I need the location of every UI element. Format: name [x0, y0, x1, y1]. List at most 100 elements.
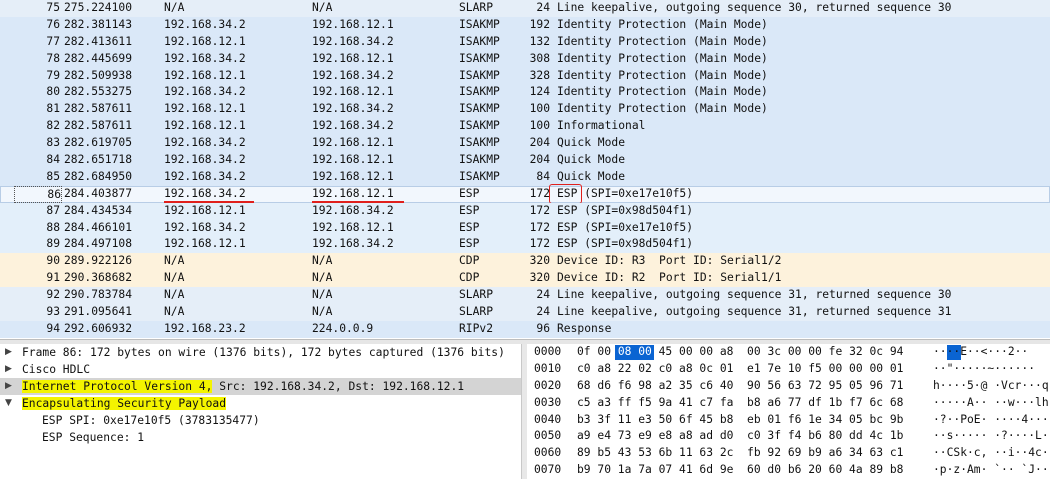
detail-ipv4[interactable]: ▶ Internet Protocol Version 4, Src: 192.…: [0, 378, 521, 395]
bytes-ascii: h····5·@ ·Vcr···q: [933, 378, 1049, 392]
cell-time: 289.922126: [64, 254, 133, 268]
detail-frame[interactable]: ▶ Frame 86: 172 bytes on wire (1376 bits…: [0, 344, 521, 361]
expand-arrow-icon[interactable]: ▶: [5, 361, 12, 378]
cell-source: 192.168.12.1: [164, 68, 246, 82]
cell-protocol: ESP: [459, 237, 480, 251]
cell-length: 320: [529, 271, 550, 285]
cell-source: 192.168.12.1: [164, 102, 246, 116]
cell-protocol: ISAKMP: [459, 153, 500, 167]
packet-row[interactable]: 86 284.403877 192.168.34.2 192.168.12.1 ESP 1…: [0, 183, 1050, 204]
cell-info: Quick Mode: [557, 153, 626, 167]
cell-source: 192.168.34.2: [164, 153, 246, 167]
bytes-row[interactable]: 0010 c0 a8 22 02 c0 a8 0c 01 e1 7e 10 f5 …: [527, 361, 1050, 378]
bytes-row[interactable]: 0020 68 d6 f6 98 a2 35 c6 40 90 56 63 72 …: [527, 378, 1050, 395]
cell-length: 172: [529, 203, 550, 217]
packet-row[interactable]: 88 284.466101 192.168.34.2 192.168.12.1 ESP 1…: [0, 219, 1050, 237]
collapse-arrow-icon[interactable]: ▼: [5, 395, 12, 412]
cell-length: 100: [529, 102, 550, 116]
bytes-hex: 0f 00 08 00 45 00 00 a8 00 3c 00 00 fe 3…: [577, 345, 904, 358]
cell-no: 91: [46, 271, 60, 285]
expand-arrow-icon[interactable]: ▶: [5, 344, 12, 361]
bytes-row[interactable]: 0000 0f 00 08 00 45 00 00 a8 00 3c 00 00 …: [527, 344, 1050, 361]
bytes-row[interactable]: 0040 b3 3f 11 e3 50 6f 45 b8 eb 01 f6 1e …: [527, 412, 1050, 429]
cell-length: 124: [529, 85, 550, 99]
packet-details-pane[interactable]: ▶ Frame 86: 172 bytes on wire (1376 bits…: [0, 344, 521, 479]
cell-info: Identity Protection (Main Mode): [557, 68, 768, 82]
cell-source: N/A: [164, 254, 185, 268]
packet-row[interactable]: 75 275.224100 N/A N/A SLARP 24 Line keepalive,…: [0, 0, 1050, 17]
bytes-row[interactable]: 0070 b9 70 1a 7a 07 41 6d 9e 60 d0 b6 20 …: [527, 462, 1050, 479]
cell-destination: 192.168.34.2: [312, 68, 394, 82]
cell-time: 282.445699: [64, 51, 133, 65]
detail-esp-seq[interactable]: ESP Sequence: 1: [0, 429, 521, 446]
cell-no: 77: [46, 34, 60, 48]
detail-esp-seq-label: ESP Sequence: 1: [42, 431, 145, 444]
packet-row[interactable]: 91 290.368682 N/A N/A CDP 320 Device ID: R2 Po…: [0, 270, 1050, 288]
bytes-hex: 89 b5 43 53 6b 11 63 2c fb 92 69 b9 a6 3…: [577, 446, 904, 460]
cell-protocol: ISAKMP: [459, 51, 500, 65]
cell-time: 292.606932: [64, 321, 133, 335]
packet-row[interactable]: 82 282.587611 192.168.12.1 192.168.34.2 ISAK…: [0, 118, 1050, 136]
detail-esp[interactable]: ▼ Encapsulating Security Payload: [0, 395, 521, 412]
packet-row[interactable]: 94 292.606932 192.168.23.2 224.0.0.9 RIPv2 96…: [0, 320, 1050, 338]
cell-info: ESP (SPI=0xe17e10f5): [557, 220, 694, 234]
cell-length: 328: [529, 68, 550, 82]
packet-row[interactable]: 79 282.509938 192.168.12.1 192.168.34.2 ISAK…: [0, 67, 1050, 85]
cell-source: N/A: [164, 1, 185, 14]
cell-protocol: ISAKMP: [459, 119, 500, 133]
esp-box-annotation: [549, 183, 582, 204]
cell-no: 78: [46, 51, 60, 65]
cell-no: 86: [14, 185, 62, 203]
packet-row[interactable]: 80 282.553275 192.168.34.2 192.168.12.1 ISAK…: [0, 84, 1050, 102]
cell-no: 76: [46, 17, 60, 31]
cell-source: 192.168.12.1: [164, 34, 246, 48]
packet-row[interactable]: 93 291.095641 N/A N/A SLARP 24 Line keepalive,…: [0, 304, 1050, 321]
bytes-row[interactable]: 0030 c5 a3 ff f5 9a 41 c7 fa b8 a6 77 df …: [527, 395, 1050, 412]
detail-hdlc[interactable]: ▶ Cisco HDLC: [0, 361, 521, 378]
packet-row[interactable]: 90 289.922126 N/A N/A CDP 320 Device ID: R3 Po…: [0, 253, 1050, 271]
expand-arrow-icon[interactable]: ▶: [5, 378, 12, 395]
bytes-offset: 0050: [534, 429, 562, 443]
cell-time: 282.413611: [64, 34, 133, 48]
bytes-ascii: ·····A·· ··w···lh: [933, 395, 1049, 409]
packet-row[interactable]: 85 282.684950 192.168.34.2 192.168.12.1 ISAK…: [0, 168, 1050, 186]
packet-row[interactable]: 84 282.651718 192.168.34.2 192.168.12.1 ISAK…: [0, 152, 1050, 169]
bytes-ascii: ····E··<···2··: [933, 345, 1029, 358]
cell-no: 82: [46, 119, 60, 133]
cell-time: 282.381143: [64, 17, 133, 31]
packet-row[interactable]: 81 282.587611 192.168.12.1 192.168.34.2 ISAK…: [0, 101, 1050, 119]
packet-list[interactable]: 75 275.224100 N/A N/A SLARP 24 Line keepalive,…: [0, 0, 1050, 339]
packet-row[interactable]: 87 284.434534 192.168.12.1 192.168.34.2 ESP 1…: [0, 202, 1050, 220]
cell-no: 75: [46, 1, 60, 14]
cell-length: 172: [529, 186, 550, 200]
cell-no: 93: [46, 305, 60, 319]
cell-no: 79: [46, 68, 60, 82]
packet-row[interactable]: 92 290.783784 N/A N/A SLARP 24 Line keepalive,…: [0, 287, 1050, 305]
cell-no: 88: [46, 220, 60, 234]
packet-row[interactable]: 78 282.445699 192.168.34.2 192.168.12.1 ISAK…: [0, 50, 1050, 68]
bytes-offset: 0030: [534, 395, 562, 409]
cell-info: Identity Protection (Main Mode): [557, 51, 768, 65]
bytes-row[interactable]: 0060 89 b5 43 53 6b 11 63 2c fb 92 69 b9 …: [527, 445, 1050, 462]
packet-row[interactable]: 83 282.619705 192.168.34.2 192.168.12.1 ISAK…: [0, 135, 1050, 153]
packet-row[interactable]: 76 282.381143 192.168.34.2 192.168.12.1 ISAK…: [0, 16, 1050, 34]
packet-bytes-pane[interactable]: 0000 0f 00 08 00 45 00 00 a8 00 3c 00 00 …: [527, 344, 1050, 479]
cell-destination: N/A: [312, 1, 333, 14]
detail-esp-spi[interactable]: ESP SPI: 0xe17e10f5 (3783135477): [0, 412, 521, 429]
cell-length: 100: [529, 119, 550, 133]
packet-row[interactable]: 89 284.497108 192.168.12.1 192.168.34.2 ESP 1…: [0, 236, 1050, 254]
cell-destination: 224.0.0.9: [312, 321, 374, 335]
cell-info: Identity Protection (Main Mode): [557, 17, 768, 31]
cell-protocol: ISAKMP: [459, 169, 500, 183]
cell-destination: 192.168.12.1: [312, 169, 394, 183]
cell-info: Quick Mode: [557, 136, 626, 150]
bytes-row[interactable]: 0050 a9 e4 73 e9 e8 a8 ad d0 c0 3f f4 b6 …: [527, 428, 1050, 445]
cell-length: 172: [529, 237, 550, 251]
cell-info: Identity Protection (Main Mode): [557, 34, 768, 48]
cell-time: 282.509938: [64, 68, 133, 82]
cell-no: 81: [46, 102, 60, 116]
cell-time: 275.224100: [64, 1, 133, 14]
bytes-offset: 0000: [534, 345, 562, 358]
packet-row[interactable]: 77 282.413611 192.168.12.1 192.168.34.2 ISAK…: [0, 33, 1050, 51]
cell-time: 282.553275: [64, 85, 133, 99]
